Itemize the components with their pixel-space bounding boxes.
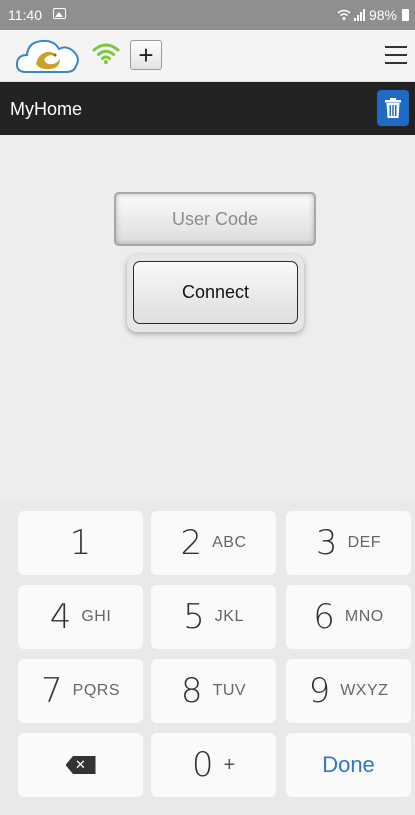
done-key[interactable]: Done (286, 733, 411, 797)
hamburger-menu-icon[interactable] (385, 46, 407, 64)
key-5[interactable]: 5 JKL (151, 585, 276, 649)
connect-button[interactable]: Connect (133, 261, 298, 324)
title-bar: MyHome (0, 82, 415, 135)
plus-icon: + (138, 40, 154, 70)
user-code-input[interactable]: User Code (114, 192, 316, 246)
key-3[interactable]: 3 DEF (286, 511, 411, 575)
wifi-icon (92, 43, 120, 64)
backspace-key[interactable]: ✕ (18, 733, 143, 797)
battery-percent: 98% (368, 7, 397, 23)
key-6[interactable]: 6 MNO (286, 585, 411, 649)
cloud-logo-icon[interactable] (14, 34, 84, 76)
status-time: 11:40 (8, 7, 42, 23)
battery-icon (402, 9, 409, 21)
gallery-icon (53, 8, 66, 19)
key-1[interactable]: 1 (18, 511, 143, 575)
page-title: MyHome (10, 99, 83, 119)
key-8[interactable]: 8 TUV (151, 659, 276, 723)
trash-icon (385, 98, 401, 118)
key-4[interactable]: 4 GHI (18, 585, 143, 649)
key-7[interactable]: 7 PQRS (18, 659, 143, 723)
key-2[interactable]: 2 ABC (151, 511, 276, 575)
wifi-signal-icon (337, 9, 351, 20)
key-9[interactable]: 9 WXYZ (286, 659, 411, 723)
app-toolbar: + (0, 30, 415, 82)
status-bar: 11:40 98% (0, 0, 415, 30)
connect-button-frame: Connect (127, 255, 304, 332)
backspace-icon: ✕ (65, 756, 96, 774)
done-label: Done (322, 752, 375, 777)
numeric-keypad: 1 2 ABC 3 DEF 4 GHI 5 JKL 6 MNO 7 PQRS 8… (0, 501, 415, 815)
cell-signal-icon (353, 9, 365, 21)
status-icons: 98% (337, 7, 409, 23)
delete-button[interactable] (377, 90, 409, 126)
add-button[interactable]: + (130, 40, 162, 70)
key-0[interactable]: 0 + (151, 733, 276, 797)
